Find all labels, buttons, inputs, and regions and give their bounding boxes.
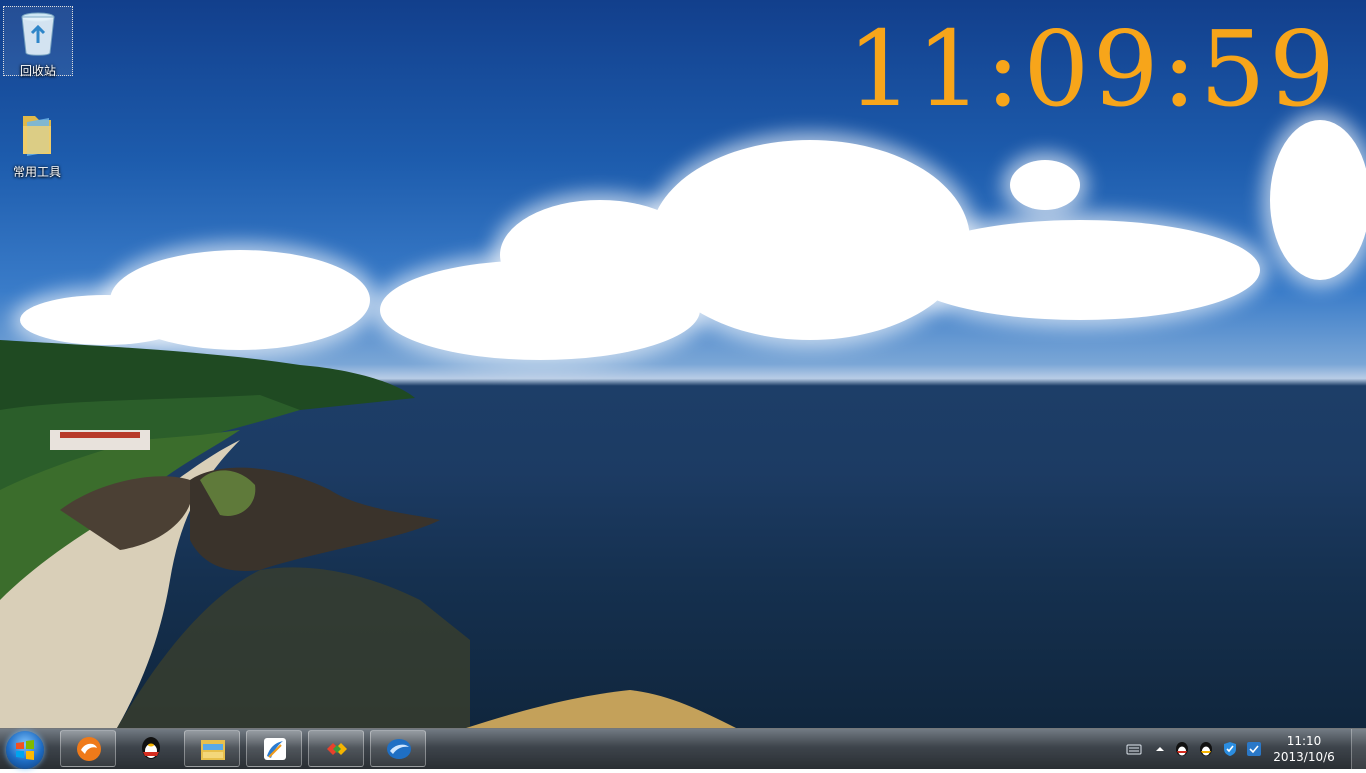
- wallpaper-grass-foreground: [466, 690, 736, 728]
- recycle-bin-label: 回收站: [19, 64, 56, 78]
- qq-tray-icon[interactable]: [1174, 741, 1190, 757]
- tray-date: 2013/10/6: [1273, 750, 1335, 764]
- common-tools-folder-label: 常用工具: [12, 165, 61, 179]
- windows-logo-icon: [16, 740, 34, 760]
- blue-swoosh-app-icon: [387, 739, 411, 759]
- blue-app-icon: [264, 738, 286, 760]
- qq-penguin-icon: [142, 737, 160, 759]
- wallpaper-coastline: [0, 340, 470, 728]
- puzzle-app-icon: [327, 743, 347, 755]
- wallpaper-cloud: [900, 220, 1260, 320]
- wallpaper-cloud: [1010, 160, 1080, 210]
- start-button[interactable]: [6, 731, 44, 769]
- orange-browser-icon: [77, 737, 101, 761]
- show-hidden-icons-arrow[interactable]: [1152, 741, 1168, 757]
- tray-time: 11:10: [1286, 734, 1322, 748]
- folder-icon: [23, 116, 51, 156]
- file-explorer-icon: [201, 740, 225, 760]
- taskbar-button-app[interactable]: [246, 730, 302, 767]
- show-desktop-button[interactable]: [1351, 729, 1366, 769]
- tray-clock[interactable]: 11:10 2013/10/6: [1268, 733, 1340, 765]
- taskbar-button-puzzle-app[interactable]: [308, 730, 364, 767]
- qq-tray-icon-2[interactable]: [1198, 741, 1214, 757]
- taskbar-button-swoosh-app[interactable]: [370, 730, 426, 767]
- wallpaper-cloud: [1270, 120, 1366, 280]
- taskbar-button-explorer[interactable]: [184, 730, 240, 767]
- system-tray: 11:10 2013/10/6: [1116, 729, 1366, 769]
- desktop-clock: 11:09:59: [846, 8, 1338, 130]
- keyboard-icon[interactable]: [1126, 741, 1142, 757]
- taskbar: 11:10 2013/10/6: [0, 728, 1366, 769]
- network-status-icon[interactable]: [1246, 741, 1262, 757]
- wallpaper-cloud: [110, 250, 370, 350]
- taskbar-button-browser[interactable]: [60, 730, 116, 767]
- wallpaper-cloud: [650, 140, 970, 340]
- common-tools-folder-shortcut[interactable]: 常用工具: [3, 108, 71, 179]
- recycle-bin-icon: [21, 12, 55, 56]
- security-shield-icon[interactable]: [1222, 741, 1238, 757]
- recycle-bin-shortcut[interactable]: 回收站: [3, 6, 73, 78]
- taskbar-button-qq[interactable]: [122, 730, 178, 767]
- desktop[interactable]: 11:09:59 回收站 常用工具: [0, 0, 1366, 728]
